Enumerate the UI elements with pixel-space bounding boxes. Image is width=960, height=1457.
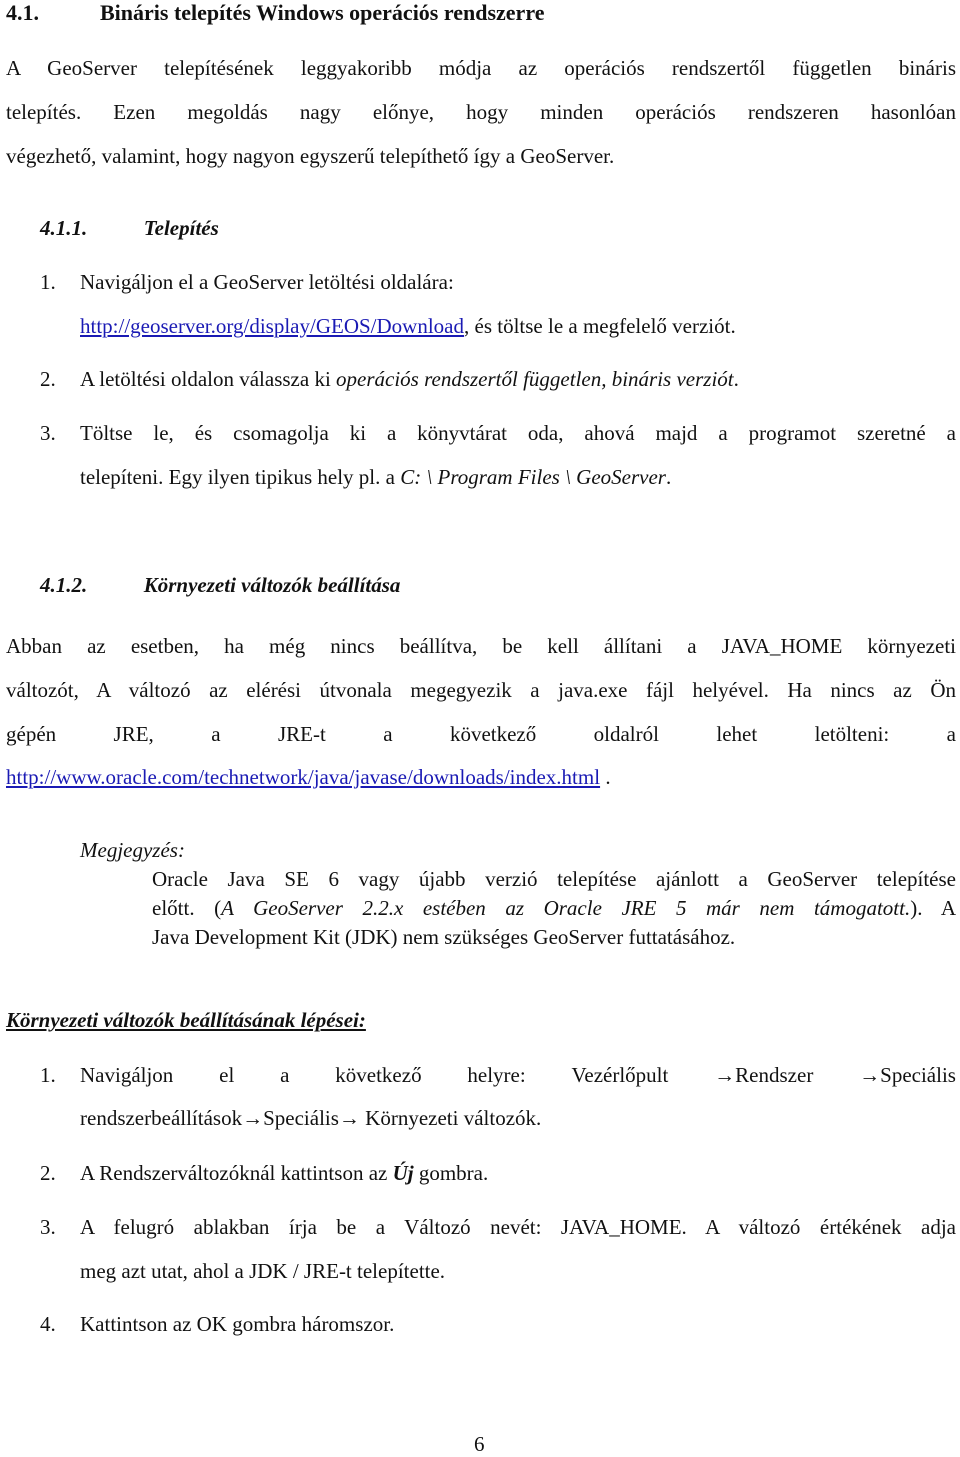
install-step-2-after: . bbox=[733, 367, 739, 391]
intro-line-2: telepítés. Ezen megoldás nagy előnye, ho… bbox=[6, 100, 956, 124]
env-step-2-before: A Rendszerváltozóknál kattintson az bbox=[80, 1161, 393, 1185]
install-step-2-number: 2. bbox=[40, 367, 56, 391]
env-step-3-line2: meg azt utat, ahol a JDK / JRE-t telepít… bbox=[80, 1259, 446, 1283]
page-number: 6 bbox=[474, 1432, 485, 1456]
install-step-3-path: C: \ Program Files \ GeoServer bbox=[400, 465, 666, 489]
install-step-2-before: A letöltési oldalon válassza ki bbox=[80, 367, 337, 391]
env-step-2-after: gombra. bbox=[413, 1161, 489, 1185]
path-specialis: →Speciális bbox=[859, 1063, 956, 1087]
env-para-line-4: http://www.oracle.com/technetwork/java/j… bbox=[6, 765, 611, 790]
install-step-1-rest: , és töltse le a megfelelő verziót. bbox=[464, 314, 736, 338]
intro-line-1: A GeoServer telepítésének leggyakoribb m… bbox=[6, 56, 956, 80]
install-step-3-line2: telepíteni. Egy ilyen tipikus hely pl. a… bbox=[80, 465, 671, 490]
word: el bbox=[219, 1063, 235, 1087]
note-line-2-after: ). A bbox=[910, 896, 957, 920]
subsection-title: Telepítés bbox=[143, 216, 219, 240]
subsection-number: 4.1.1. bbox=[40, 216, 88, 240]
note-label: Megjegyzés: bbox=[80, 838, 185, 862]
word: a bbox=[280, 1063, 290, 1087]
intro-line-3: végezhető, valamint, hogy nagyon egyszer… bbox=[6, 144, 615, 168]
steps-section-title: Környezeti változók beállításának lépése… bbox=[6, 1008, 366, 1032]
word: Navigáljon bbox=[80, 1063, 174, 1087]
section-number: 4.1. bbox=[6, 0, 39, 25]
env-step-2-number: 2. bbox=[40, 1161, 56, 1185]
env-para-line-1: Abban az esetben, ha még nincs beállítva… bbox=[6, 634, 956, 658]
install-step-2-italic: operációs rendszertől független, bináris… bbox=[336, 367, 734, 391]
env-step-3-line1: A felugró ablakban írja be a Változó nev… bbox=[80, 1215, 956, 1239]
env-step-1-line2: rendszerbeállítások→Speciális→ Környezet… bbox=[80, 1106, 542, 1130]
word: helyre: bbox=[467, 1063, 526, 1087]
note-line-2: előtt. (A GeoServer 2.2.x estében az Ora… bbox=[152, 896, 956, 921]
word: következő bbox=[335, 1063, 422, 1087]
env-para-line-3: gépén JRE, a JRE-t a következő oldalról … bbox=[6, 722, 956, 746]
env-step-2-text: A Rendszerváltozóknál kattintson az Új g… bbox=[80, 1161, 488, 1186]
subsection-number: 4.1.2. bbox=[40, 573, 88, 597]
subsection-heading-env: 4.1.2. Környezeti változók beállítása bbox=[40, 573, 400, 598]
install-step-3-after: . bbox=[665, 465, 672, 489]
install-step-2-text: A letöltési oldalon válassza ki operáció… bbox=[80, 367, 739, 392]
note-line-2-before: előtt. ( bbox=[152, 896, 222, 920]
install-step-1-line2: http://geoserver.org/display/GEOS/Downlo… bbox=[80, 314, 736, 339]
env-link-after: . bbox=[600, 765, 611, 789]
env-step-4-text: Kattintson az OK gombra háromszor. bbox=[80, 1312, 395, 1336]
new-button-label: Új bbox=[392, 1161, 414, 1185]
section-heading: 4.1. Bináris telepítés Windows operációs… bbox=[6, 0, 544, 26]
env-para-line-2: változót, A változó az elérési útvonala … bbox=[6, 678, 956, 702]
install-step-1-number: 1. bbox=[40, 270, 56, 294]
geoserver-download-link[interactable]: http://geoserver.org/display/GEOS/Downlo… bbox=[80, 314, 464, 338]
env-step-4-number: 4. bbox=[40, 1312, 56, 1336]
install-step-3-line1: Töltse le, és csomagolja ki a könyvtárat… bbox=[80, 421, 956, 445]
install-step-1-text: Navigáljon el a GeoServer letöltési olda… bbox=[80, 270, 454, 294]
env-step-3-number: 3. bbox=[40, 1215, 56, 1239]
path-rendszer: →Rendszer bbox=[714, 1063, 814, 1087]
env-step-1-line1: Navigáljon el a következő helyre: Vezérl… bbox=[80, 1063, 956, 1088]
env-step-1-number: 1. bbox=[40, 1063, 56, 1087]
install-step-3-before: telepíteni. Egy ilyen tipikus hely pl. a bbox=[80, 465, 401, 489]
oracle-download-link[interactable]: http://www.oracle.com/technetwork/java/j… bbox=[6, 765, 600, 789]
install-step-3-number: 3. bbox=[40, 421, 56, 445]
note-line-2-italic: A GeoServer 2.2.x estében az Oracle JRE … bbox=[221, 896, 911, 920]
subsection-heading-install: 4.1.1. Telepítés bbox=[40, 216, 219, 241]
note-line-3: Java Development Kit (JDK) nem szükséges… bbox=[152, 925, 736, 949]
subsection-title: Környezeti változók beállítása bbox=[143, 573, 401, 597]
note-line-1: Oracle Java SE 6 vagy újabb verzió telep… bbox=[152, 867, 956, 891]
word: Vezérlőpult bbox=[571, 1063, 669, 1087]
section-title: Bináris telepítés Windows operációs rend… bbox=[100, 0, 545, 25]
